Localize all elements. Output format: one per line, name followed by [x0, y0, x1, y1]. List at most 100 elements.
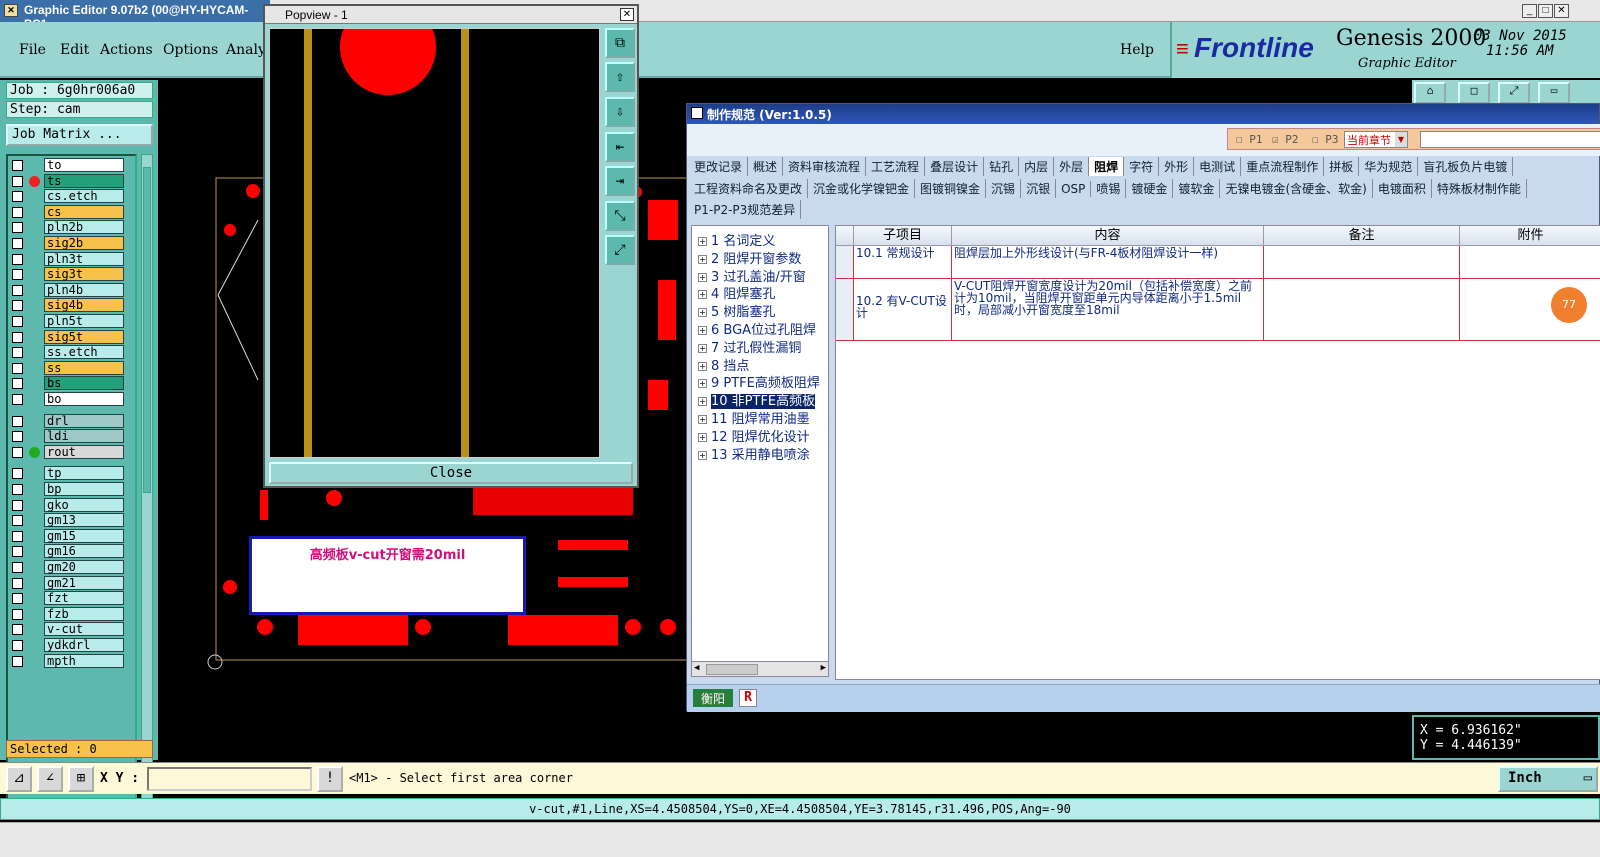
layer-row[interactable]: sig4b [8, 298, 135, 313]
minimize-button[interactable]: _ [1522, 4, 1537, 18]
tree-item[interactable]: +1 名词定义 [692, 230, 775, 249]
p2-checkbox[interactable]: ☑ P2 [1272, 133, 1299, 146]
p3-checkbox[interactable]: ☐ P3 [1312, 133, 1339, 146]
tab-tabs2-9[interactable]: 无镍电镀金(含硬金、软金) [1220, 179, 1373, 198]
tree-hscrollbar[interactable]: ◀ ▶ [691, 661, 829, 677]
expand-icon[interactable]: + [698, 343, 707, 353]
tab-tabs2-0[interactable]: 工程资料命名及更改 [689, 179, 809, 198]
layer-checkbox[interactable] [12, 562, 23, 573]
layer-name[interactable]: ydkdrl [44, 638, 124, 652]
layer-row[interactable]: pln4b [8, 282, 135, 298]
table-cell-content[interactable]: 阻焊层加上外形线设计(与FR-4板材阻焊设计一样) [952, 246, 1264, 279]
tab-tabs2-2[interactable]: 图镀铜镍金 [915, 179, 987, 198]
layer-row[interactable]: drl [8, 413, 135, 429]
tab-tabs1-13[interactable]: 拼板 [1324, 157, 1360, 176]
chapter-select[interactable]: 当前章节 ▼ [1344, 131, 1408, 148]
layer-checkbox[interactable] [12, 624, 23, 636]
snap-icon[interactable]: ⊿ [6, 766, 32, 792]
expand-icon[interactable]: + [698, 432, 707, 442]
layer-checkbox[interactable] [12, 593, 23, 605]
tree-item[interactable]: +3 过孔盖油/开窗 [692, 266, 806, 285]
tree-item[interactable]: +13 采用静电喷涂 [692, 444, 810, 463]
layer-row[interactable]: cs [8, 204, 135, 220]
layer-checkbox[interactable] [12, 530, 23, 542]
layer-name[interactable]: gko [44, 497, 124, 512]
popview-tool-1-icon[interactable]: ⧉ [605, 28, 635, 58]
layer-row[interactable]: gm15 [8, 528, 135, 544]
layer-checkbox[interactable] [12, 499, 23, 511]
tab-tabs1-5[interactable]: 钻孔 [984, 157, 1020, 176]
tab-tabs2-10[interactable]: 电镀面积 [1373, 179, 1432, 198]
layer-row[interactable]: gm20 [8, 560, 135, 575]
layer-name[interactable]: sig3t [44, 267, 124, 282]
layer-checkbox[interactable] [12, 331, 23, 343]
job-matrix-button[interactable]: Job Matrix ... [6, 124, 153, 146]
tab-tabs2-4[interactable]: 沉银 [1021, 179, 1057, 198]
layer-name[interactable]: pln4b [44, 282, 124, 297]
expand-icon[interactable]: + [698, 397, 707, 407]
layer-checkbox[interactable] [12, 378, 23, 390]
layer-row[interactable]: mpth [8, 653, 135, 669]
layer-checkbox[interactable] [12, 468, 23, 480]
layer-checkbox[interactable] [12, 640, 23, 651]
tree-item[interactable]: +5 树脂塞孔 [692, 301, 775, 320]
tree-item[interactable]: +12 阻焊优化设计 [692, 426, 810, 445]
tree-item[interactable]: +11 阻焊常用油墨 [692, 408, 810, 427]
popview-zoom-out-icon[interactable]: ⤢ [605, 235, 635, 265]
tab-tabs2-1[interactable]: 沉金或化学镍钯金 [808, 179, 916, 198]
layer-checkbox[interactable] [12, 515, 23, 527]
layer-row[interactable]: sig3t [8, 267, 135, 282]
col-header-item[interactable]: 子项目 [854, 226, 952, 246]
layer-name[interactable]: gm20 [44, 560, 124, 574]
refresh-button[interactable]: R [739, 689, 757, 707]
menu-analysis[interactable]: Analy [226, 42, 266, 58]
layer-name[interactable]: gm15 [44, 528, 124, 543]
tab-tabs1-6[interactable]: 内层 [1019, 157, 1055, 176]
layer-row[interactable]: ss.etch [8, 345, 135, 360]
table-cell-remark[interactable] [1264, 246, 1460, 279]
col-header-attachment[interactable]: 附件 [1460, 226, 1600, 246]
tree-item[interactable]: +2 阻焊开窗参数 [692, 248, 801, 267]
layer-name[interactable]: ts [44, 173, 124, 188]
layer-name[interactable]: tp [44, 466, 124, 481]
layer-row[interactable]: rout [8, 444, 135, 460]
col-header-remark[interactable]: 备注 [1264, 226, 1460, 246]
layer-checkbox[interactable] [12, 253, 23, 265]
tree-item[interactable]: +9 PTFE高频板阻焊 [692, 372, 820, 391]
table-cell-remark[interactable] [1264, 279, 1460, 341]
unit-select[interactable]: Inch ▭ [1498, 766, 1598, 792]
popview-tool-3-icon[interactable]: ⇩ [605, 97, 635, 127]
menu-options[interactable]: Options [163, 42, 218, 58]
col-header-content[interactable]: 内容 [952, 226, 1264, 246]
layer-row[interactable]: gm13 [8, 513, 135, 528]
tab-tabs1-7[interactable]: 外层 [1054, 157, 1090, 176]
layer-checkbox[interactable] [12, 175, 23, 187]
layer-name[interactable]: ldi [44, 429, 124, 444]
layer-checkbox[interactable] [12, 206, 23, 218]
tab-tabs2-3[interactable]: 沉锡 [986, 179, 1022, 198]
expand-icon[interactable]: + [698, 308, 707, 318]
tab-tabs2-5[interactable]: OSP [1056, 181, 1092, 197]
expand-icon[interactable]: + [698, 254, 707, 264]
layer-name[interactable]: drl [44, 413, 124, 428]
tab-tabs2-7[interactable]: 镀硬金 [1126, 179, 1174, 198]
popview-close-icon[interactable]: ✕ [620, 8, 634, 21]
menu-help[interactable]: Help [1120, 42, 1154, 58]
layer-checkbox[interactable] [12, 362, 23, 374]
popview-tool-2-icon[interactable]: ⇧ [605, 62, 635, 92]
expand-icon[interactable]: + [698, 450, 707, 460]
tab-tabs1-10[interactable]: 外形 [1159, 157, 1195, 176]
layer-name[interactable]: fzt [44, 591, 124, 606]
xy-input[interactable] [147, 767, 312, 791]
popview-zoom-in-icon[interactable]: ⤡ [605, 201, 635, 231]
layer-row[interactable]: gm21 [8, 575, 135, 591]
layer-checkbox[interactable] [12, 655, 23, 667]
layer-row[interactable]: ss [8, 360, 135, 376]
layer-checkbox[interactable] [12, 222, 23, 234]
tab-tabs1-14[interactable]: 华为规范 [1359, 157, 1419, 176]
layer-name[interactable]: ss [44, 360, 124, 375]
tree-item[interactable]: +8 挡点 [692, 355, 749, 374]
expand-icon[interactable]: + [698, 415, 707, 424]
layer-checkbox[interactable] [12, 284, 23, 296]
tab-tabs2-6[interactable]: 喷锡 [1091, 179, 1127, 198]
